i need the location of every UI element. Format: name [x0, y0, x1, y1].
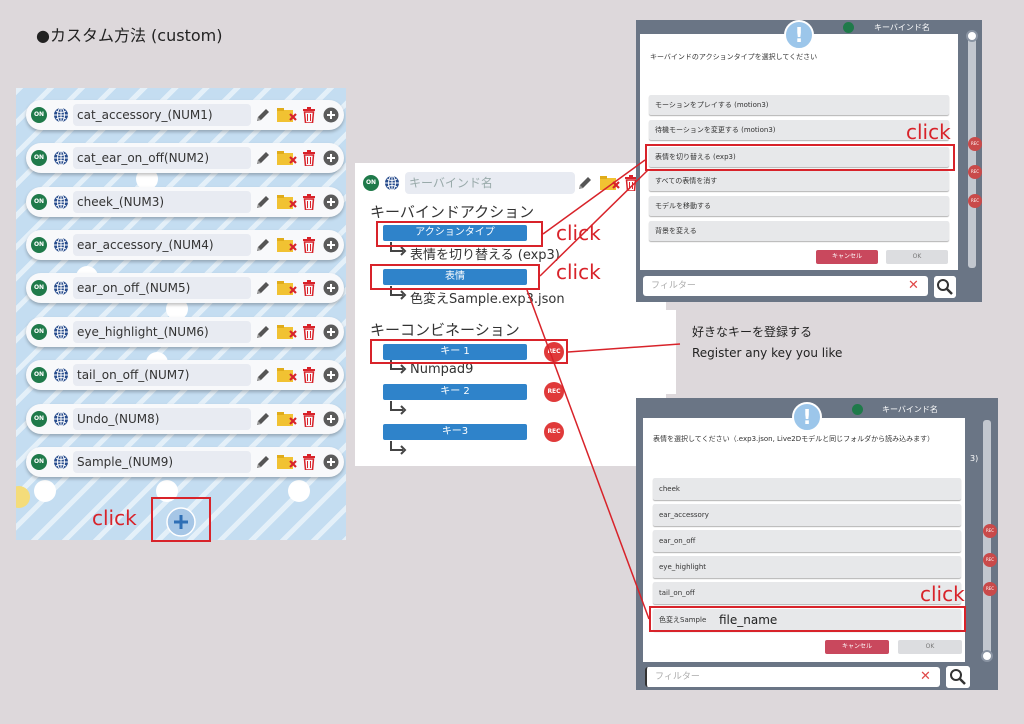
connector-lines: [526, 159, 681, 620]
